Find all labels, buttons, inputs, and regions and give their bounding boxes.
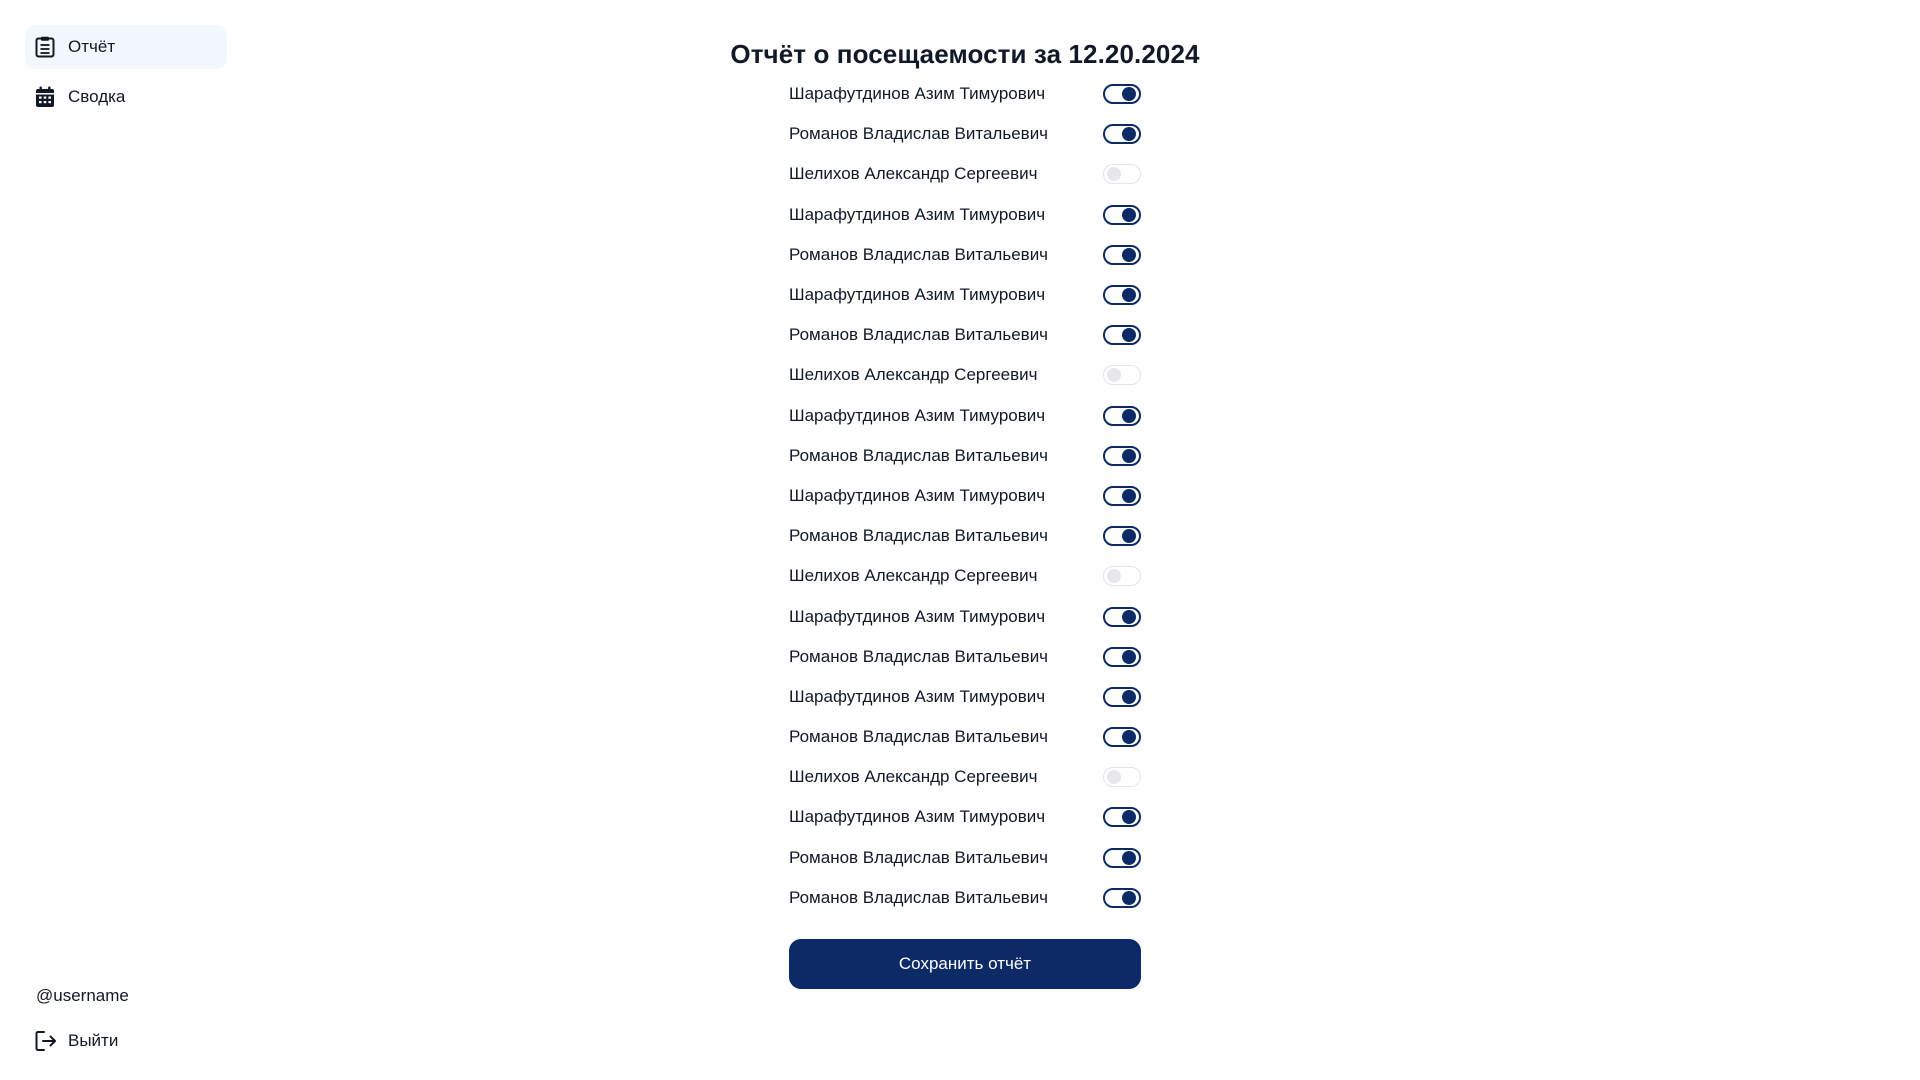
- toggle-knob: [1122, 87, 1136, 102]
- attendance-row: Шарафутдинов Азим Тимурович: [789, 596, 1141, 636]
- attendance-toggle[interactable]: [1103, 325, 1141, 346]
- toggle-knob: [1122, 850, 1136, 865]
- attendance-toggle[interactable]: [1103, 365, 1141, 386]
- student-name: Романов Владислав Витальевич: [789, 727, 1049, 747]
- toggle-knob: [1122, 288, 1136, 303]
- attendance-list: Шарафутдинов Азим Тимурович Романов Влади…: [789, 74, 1141, 918]
- attendance-row: Романов Владислав Витальевич: [789, 436, 1141, 476]
- attendance-toggle[interactable]: [1103, 727, 1141, 748]
- toggle-knob: [1122, 890, 1136, 905]
- logout-icon: [35, 1030, 57, 1052]
- student-name: Романов Владислав Витальевич: [789, 124, 1049, 144]
- attendance-row: Романов Владислав Витальевич: [789, 516, 1141, 556]
- student-name: Шарафутдинов Азим Тимурович: [789, 485, 1046, 505]
- attendance-row: Романов Владислав Витальевич: [789, 878, 1141, 918]
- toggle-knob: [1107, 569, 1121, 584]
- student-name: Шелихов Александр Сергеевич: [789, 767, 1038, 787]
- student-name: Романов Владислав Витальевич: [789, 325, 1049, 345]
- student-name: Шарафутдинов Азим Тимурович: [789, 686, 1046, 706]
- student-name: Романов Владислав Витальевич: [789, 244, 1049, 264]
- attendance-toggle[interactable]: [1103, 405, 1141, 426]
- toggle-knob: [1107, 368, 1121, 383]
- attendance-row: Романов Владислав Витальевич: [789, 717, 1141, 757]
- toggle-knob: [1122, 730, 1136, 745]
- attendance-row: Романов Владислав Витальевич: [789, 235, 1141, 275]
- toggle-knob: [1122, 649, 1136, 664]
- attendance-toggle[interactable]: [1103, 807, 1141, 828]
- username: @username: [36, 986, 129, 1005]
- attendance-row: Романов Владислав Витальевич: [789, 114, 1141, 154]
- student-name: Шелихов Александр Сергеевич: [789, 164, 1038, 184]
- attendance-toggle[interactable]: [1103, 204, 1141, 225]
- sidebar-item-label: Сводка: [68, 87, 126, 106]
- attendance-toggle[interactable]: [1103, 164, 1141, 185]
- toggle-knob: [1122, 127, 1136, 142]
- attendance-toggle[interactable]: [1103, 285, 1141, 306]
- toggle-knob: [1107, 167, 1121, 182]
- attendance-toggle[interactable]: [1103, 84, 1141, 105]
- sidebar-item-summary[interactable]: Сводка: [25, 75, 227, 119]
- logout-label: Выйти: [68, 1031, 119, 1050]
- attendance-row: Шарафутдинов Азим Тимурович: [789, 74, 1141, 114]
- app: Отчёт Сводка @username Выйти Отчёт о пос…: [0, 0, 1920, 1080]
- student-name: Шарафутдинов Азим Тимурович: [789, 807, 1046, 827]
- calendar-icon: [35, 86, 55, 108]
- attendance-row: Шарафутдинов Азим Тимурович: [789, 275, 1141, 315]
- attendance-row: Романов Владислав Витальевич: [789, 315, 1141, 355]
- student-name: Романов Владислав Витальевич: [789, 847, 1049, 867]
- attendance-toggle[interactable]: [1103, 887, 1141, 908]
- toggle-knob: [1122, 810, 1136, 825]
- sidebar: Отчёт Сводка @username Выйти: [0, 0, 240, 1080]
- toggle-knob: [1122, 609, 1136, 624]
- attendance-row: Романов Владислав Витальевич: [789, 637, 1141, 677]
- attendance-row: Шарафутдинов Азим Тимурович: [789, 476, 1141, 516]
- student-name: Шелихов Александр Сергеевич: [789, 365, 1038, 385]
- student-name: Романов Владислав Витальевич: [789, 887, 1049, 907]
- toggle-knob: [1122, 408, 1136, 423]
- attendance-toggle[interactable]: [1103, 445, 1141, 466]
- attendance-row: Шарафутдинов Азим Тимурович: [789, 396, 1141, 436]
- toggle-knob: [1122, 207, 1136, 222]
- student-name: Шарафутдинов Азим Тимурович: [789, 405, 1046, 425]
- attendance-row: Шарафутдинов Азим Тимурович: [789, 797, 1141, 837]
- attendance-row: Романов Владислав Витальевич: [789, 838, 1141, 878]
- toggle-knob: [1122, 328, 1136, 343]
- attendance-toggle[interactable]: [1103, 767, 1141, 788]
- attendance-toggle[interactable]: [1103, 124, 1141, 145]
- student-name: Романов Владислав Витальевич: [789, 526, 1049, 546]
- save-report-button[interactable]: Сохранить отчёт: [789, 939, 1141, 989]
- student-name: Шарафутдинов Азим Тимурович: [789, 606, 1046, 626]
- attendance-toggle[interactable]: [1103, 646, 1141, 667]
- student-name: Шарафутдинов Азим Тимурович: [789, 285, 1046, 305]
- attendance-toggle[interactable]: [1103, 244, 1141, 265]
- toggle-knob: [1122, 488, 1136, 503]
- student-name: Шарафутдинов Азим Тимурович: [789, 84, 1046, 104]
- logout-button[interactable]: Выйти: [35, 1030, 118, 1052]
- toggle-knob: [1107, 770, 1121, 785]
- attendance-toggle[interactable]: [1103, 485, 1141, 506]
- page-title: Отчёт о посещаемости за 12.20.2024: [730, 39, 1200, 70]
- attendance-toggle[interactable]: [1103, 686, 1141, 707]
- attendance-toggle[interactable]: [1103, 566, 1141, 587]
- student-name: Шарафутдинов Азим Тимурович: [789, 204, 1046, 224]
- toggle-knob: [1122, 247, 1136, 262]
- attendance-toggle[interactable]: [1103, 847, 1141, 868]
- toggle-knob: [1122, 689, 1136, 704]
- attendance-row: Шелихов Александр Сергеевич: [789, 757, 1141, 797]
- toggle-knob: [1122, 529, 1136, 544]
- attendance-toggle[interactable]: [1103, 526, 1141, 547]
- attendance-row: Шелихов Александр Сергеевич: [789, 556, 1141, 596]
- student-name: Шелихов Александр Сергеевич: [789, 566, 1038, 586]
- student-name: Романов Владислав Витальевич: [789, 445, 1049, 465]
- attendance-row: Шарафутдинов Азим Тимурович: [789, 677, 1141, 717]
- attendance-row: Шарафутдинов Азим Тимурович: [789, 195, 1141, 235]
- attendance-row: Шелихов Александр Сергеевич: [789, 355, 1141, 395]
- attendance-row: Шелихов Александр Сергеевич: [789, 154, 1141, 194]
- toggle-knob: [1122, 448, 1136, 463]
- attendance-toggle[interactable]: [1103, 606, 1141, 627]
- student-name: Романов Владислав Витальевич: [789, 646, 1049, 666]
